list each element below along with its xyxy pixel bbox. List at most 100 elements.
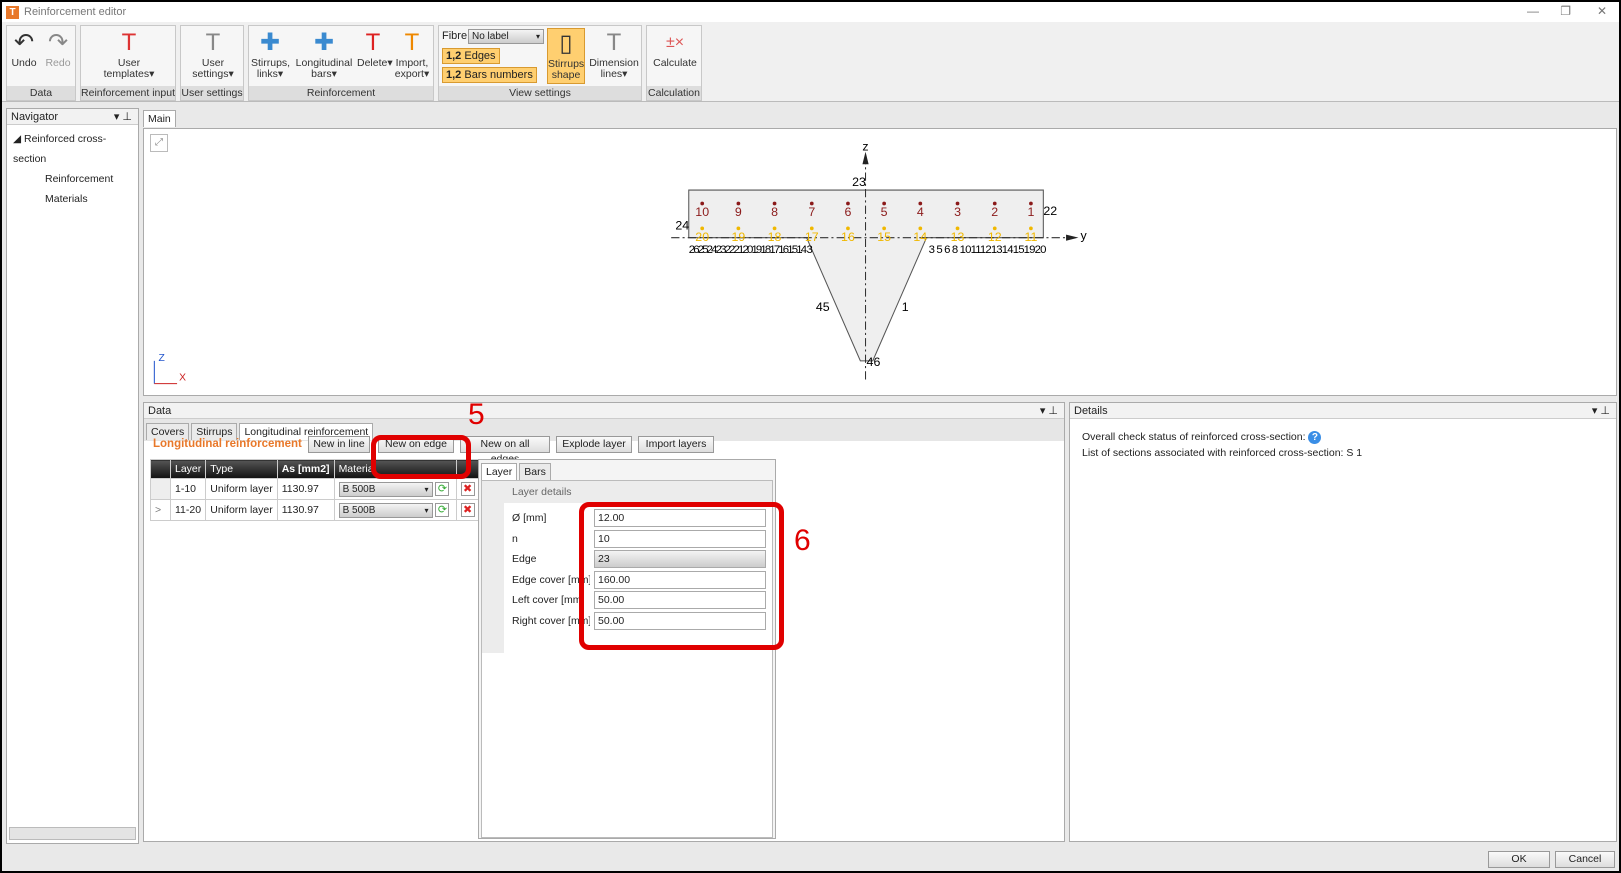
calculator-icon: ±× xyxy=(665,34,685,51)
explode-layer-button[interactable]: Explode layer xyxy=(556,436,632,453)
col-layer: Layer xyxy=(169,459,207,479)
help-icon[interactable]: ? xyxy=(1308,431,1322,444)
import-export-icon: T xyxy=(404,29,420,56)
tree-item-materials[interactable]: Materials xyxy=(13,189,132,209)
stirrups-icon: ✚ xyxy=(259,29,281,56)
navigator-scrollbar[interactable] xyxy=(9,827,136,840)
refresh-icon[interactable]: ⟳ xyxy=(435,481,450,496)
title-bar: T Reinforcement editor — ❐ ✕ xyxy=(2,2,1619,22)
edges-toggle[interactable]: 1,2 Edges xyxy=(442,48,500,64)
bar-label: 14 xyxy=(913,230,927,244)
import-layers-button[interactable]: Import layers xyxy=(638,436,714,453)
app-logo-icon: T xyxy=(6,5,19,19)
ok-button[interactable]: OK xyxy=(1488,851,1550,868)
table-row[interactable]: 1-10Uniform layer1130.97B 500B ⟳✖ xyxy=(150,478,481,500)
edge-label: 45 xyxy=(816,300,830,314)
annotation-box-5 xyxy=(371,435,471,479)
bar-label: 9 xyxy=(735,205,742,219)
group-label: View settings xyxy=(439,86,641,100)
dimension-lines-button[interactable]: T Dimension lines▾ xyxy=(589,28,639,80)
close-button[interactable]: ✕ xyxy=(1597,4,1607,18)
settings-section-icon: T xyxy=(205,29,221,56)
tree-item-reinforced-cross-section[interactable]: ◢ Reinforced cross-section xyxy=(13,129,132,169)
delete-button[interactable]: T Delete▾ xyxy=(357,28,393,69)
group-label: Reinforcement xyxy=(249,86,433,100)
delete-row-icon[interactable]: ✖ xyxy=(460,503,475,517)
tab-main[interactable]: Main xyxy=(143,110,176,127)
stirrups-button[interactable]: ✚ Stirrups, links▾ xyxy=(251,28,290,80)
annotation-label-5: 5 xyxy=(468,398,485,431)
calculate-button[interactable]: ±× Calculate xyxy=(649,28,701,69)
edge-label: 24 xyxy=(675,218,689,232)
redo-button[interactable]: ↷ Redo xyxy=(43,28,73,69)
undo-button[interactable]: ↶ Undo xyxy=(9,28,39,69)
bar-label: 15 xyxy=(877,230,891,244)
group-label: User settings xyxy=(181,86,243,100)
edge-label: 1 xyxy=(902,300,909,314)
table-row[interactable]: >11-20Uniform layer1130.97B 500B ⟳✖ xyxy=(150,499,481,521)
bars-numbers-toggle[interactable]: 1,2 Bars numbers xyxy=(442,67,537,83)
delete-icon: T xyxy=(365,29,381,56)
dimension-lines-icon: T xyxy=(606,29,622,56)
bar-label: 5 xyxy=(881,205,888,219)
cross-section-shape xyxy=(688,189,1044,362)
longitudinal-bars-icon: ✚ xyxy=(313,29,335,56)
y-axis-arrow xyxy=(1066,234,1079,241)
tree-item-reinforcement[interactable]: Reinforcement xyxy=(13,169,132,189)
bar-label: 3 xyxy=(954,205,961,219)
group-view-settings: Fibre No label 1,2 Edges 1,2 Bars number… xyxy=(438,25,642,101)
fibre-select[interactable]: No label xyxy=(468,29,544,44)
sections-list-text: List of sections associated with reinfor… xyxy=(1082,447,1363,459)
window-title: Reinforcement editor xyxy=(24,6,127,18)
group-label: Reinforcement input xyxy=(81,86,175,100)
new-on-all-edges-button[interactable]: New on all edges xyxy=(460,436,550,465)
user-templates-button[interactable]: T User templates▾ xyxy=(99,28,159,80)
longitudinal-bars-button[interactable]: ✚ Longitudinal bars▾ xyxy=(295,28,353,80)
user-settings-button[interactable]: T User settings▾ xyxy=(185,28,241,80)
section-title: Longitudinal reinforcement xyxy=(153,438,302,450)
col-as: As [mm2] xyxy=(276,459,335,479)
check-status-text: Overall check status of reinforced cross… xyxy=(1082,429,1616,445)
fibre-label: Fibre xyxy=(442,30,468,42)
edge-label: 22 xyxy=(1043,204,1057,218)
bar-label: 18 xyxy=(768,230,782,244)
material-select[interactable]: B 500B xyxy=(338,481,433,497)
bar-label: 10 xyxy=(695,205,709,219)
bar-label: 19 xyxy=(731,230,745,244)
stirrups-shape-toggle[interactable]: ▯ Stirrups shape xyxy=(547,28,585,84)
bar-label: 12 xyxy=(988,230,1002,244)
bar-label: 7 xyxy=(808,205,815,219)
bar-label: 1 xyxy=(1027,205,1034,219)
corner-x-label: X xyxy=(179,373,186,384)
bar-label: 8 xyxy=(771,205,778,219)
cross-section-drawing: z y 23 22 24 45 1 46 2625242322212019181… xyxy=(153,140,1088,385)
bar-label: 4 xyxy=(917,205,924,219)
annotation-label-6: 6 xyxy=(794,524,811,557)
bar-label: 16 xyxy=(841,230,855,244)
section-canvas[interactable]: ⤢ z y 23 22 24 45 1 46 26252423222120191… xyxy=(143,128,1617,396)
edge-labels-right: 3 5 6 8 1011121314151920 xyxy=(929,244,1047,256)
edge-labels-left: 26252423222120191817161514 3 xyxy=(689,244,813,256)
refresh-icon[interactable]: ⟳ xyxy=(435,502,450,517)
material-select[interactable]: B 500B xyxy=(338,502,433,518)
data-header: Data ▾ ⊥ xyxy=(144,403,1064,419)
minimize-button[interactable]: — xyxy=(1527,4,1539,18)
group-label: Data xyxy=(7,86,75,100)
tab-layer[interactable]: Layer xyxy=(481,463,518,480)
import-export-button[interactable]: T Import, export▾ xyxy=(393,28,431,80)
cancel-button[interactable]: Cancel xyxy=(1555,851,1615,868)
tab-bars[interactable]: Bars xyxy=(519,463,551,480)
main-view: Main ⤢ z y 23 22 24 45 1 46 262524232221… xyxy=(143,110,1617,396)
new-in-line-button[interactable]: New in line xyxy=(308,436,370,453)
bar-label: 2 xyxy=(991,205,998,219)
maximize-button[interactable]: ❐ xyxy=(1560,4,1571,18)
details-header: Details ▾ ⊥ xyxy=(1070,403,1616,419)
group-reinforcement: ✚ Stirrups, links▾ ✚ Longitudinal bars▾ TD… xyxy=(248,25,434,101)
reinforcement-editor-window: T Reinforcement editor — ❐ ✕ ↶ Undo ↷ Redo… xyxy=(2,2,1619,871)
group-label: Calculation xyxy=(647,86,701,100)
bar-label: 6 xyxy=(845,205,852,219)
stirrups-shape-icon: ▯ xyxy=(559,30,573,57)
delete-row-icon[interactable]: ✖ xyxy=(460,482,475,496)
group-calculation: ±× Calculate Calculation xyxy=(646,25,702,101)
corner-z-label: Z xyxy=(158,353,164,364)
